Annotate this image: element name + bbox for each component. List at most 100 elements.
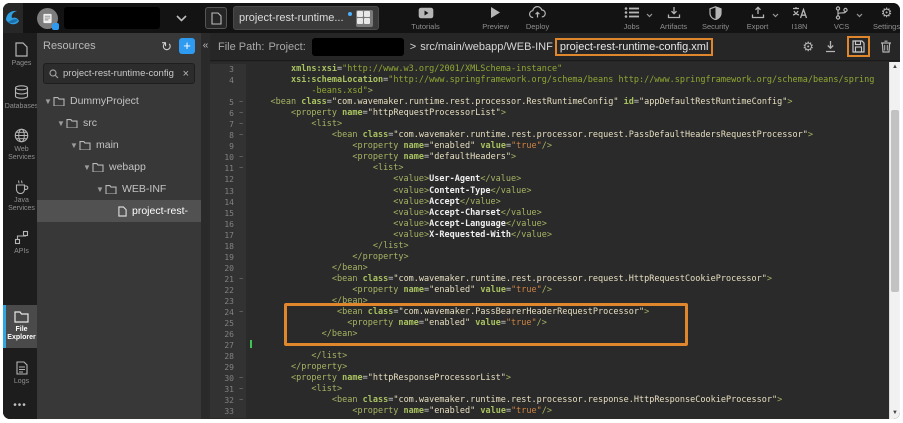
code-line[interactable]: 5− <bean class="com.wavemaker.runtime.re… [210,97,889,108]
collapse-panel-icon[interactable]: « [201,41,210,51]
code-line[interactable]: 16 <value>Accept-Language</value> [210,219,889,230]
sidebar-item-logs[interactable]: Logs [3,356,37,392]
code-line[interactable]: 9 <property name="enabled" value="true"/… [210,141,889,152]
fold-marker-icon[interactable]: − [236,395,246,406]
code-line[interactable]: 28 </list> [210,351,889,362]
sidebar-item-databases[interactable]: Databases [3,80,37,117]
code-line[interactable]: 14 <value>Accept</value> [210,197,889,208]
editor-scrollbar[interactable]: ▲ ▼ [889,62,900,419]
scroll-down-arrow[interactable]: ▼ [890,408,900,419]
refresh-icon[interactable]: ↻ [161,40,172,53]
code-line[interactable]: 29 </property> [210,362,889,373]
sidebar-item-file-explorer[interactable]: File Explorer [3,305,37,348]
code-line[interactable]: 13 <value>Content-Type</value> [210,186,889,197]
code-line[interactable]: 22 <property name="enabled" value="true"… [210,285,889,296]
scrollbar-thumb[interactable] [891,110,899,292]
code-line[interactable]: 31− <list> [210,384,889,395]
file-settings-gear-icon[interactable]: ⚙ [802,40,814,54]
code-line[interactable]: 10− <property name="defaultHeaders"> [210,152,889,163]
code-line[interactable]: 17 <value>X-Requested-With</value> [210,230,889,241]
fold-marker-icon[interactable]: − [236,373,246,384]
code-line[interactable]: 24− <bean class="com.wavemaker.PassBeare… [210,307,889,318]
path-separator: > [410,41,416,53]
scroll-up-arrow[interactable]: ▲ [890,62,900,73]
line-number: 17 [210,230,236,241]
save-file-icon[interactable] [852,40,865,53]
clear-search-icon[interactable]: × [183,68,189,80]
tree-expand-caret[interactable]: ▼ [43,97,53,106]
code-area[interactable]: 3 xmlns:xsi="http://www.w3.org/2001/XMLS… [210,64,889,418]
fold-marker-icon[interactable]: − [236,384,246,395]
wavemaker-logo[interactable] [3,3,23,33]
tree-folder-row[interactable]: ▼webapp [37,156,201,178]
code-line[interactable]: 8− <bean class="com.wavemaker.runtime.re… [210,130,889,141]
menu-settings[interactable]: ⚙ Settings [867,5,900,31]
code-line[interactable]: 18 </list> [210,241,889,252]
fold-marker-icon[interactable]: − [236,152,246,163]
fold-marker-icon[interactable]: − [236,119,246,130]
code-line[interactable]: 33 <property name="enabled" value="true"… [210,406,889,417]
fold-gutter [236,296,246,307]
menu-jobs[interactable]: Jobs [615,5,649,31]
code-line[interactable]: 20 </bean> [210,263,889,274]
code-line[interactable]: 30− <property name="httpResponseProcesso… [210,373,889,384]
sidebar-item-web-services[interactable]: Web Services [3,123,37,168]
delete-file-icon[interactable] [880,40,892,53]
code-line[interactable]: 6− <property name="httpRequestProcessorL… [210,108,889,119]
menu-vcs[interactable]: VCS [825,5,859,31]
tree-folder-row[interactable]: ▼WEB-INF [37,178,201,200]
tree-folder-row[interactable]: ▼main [37,134,201,156]
code-line[interactable]: -beans.xsd"> [210,86,889,97]
menu-preview[interactable]: Preview [479,5,513,31]
menu-artifacts[interactable]: Artifacts [657,5,691,31]
code-line[interactable]: 23 </bean> [210,296,889,307]
tree-expand-caret[interactable]: ▼ [82,163,92,172]
sidebar-item-apis[interactable]: APIs [3,225,37,262]
sidebar-item-java-services[interactable]: Java Services [3,174,37,219]
code-line[interactable]: 21− <bean class="com.wavemaker.runtime.r… [210,274,889,285]
tree-expand-caret[interactable]: ▼ [56,119,66,128]
sidebar-more-button[interactable]: ••• [3,392,37,419]
code-line[interactable]: 26 </bean> [210,329,889,340]
fold-marker-icon[interactable]: − [236,163,246,174]
line-number [210,86,236,97]
code-line[interactable]: 11− <list> [210,163,889,174]
code-editor-body[interactable]: 3 xmlns:xsi="http://www.w3.org/2001/XMLS… [210,62,900,419]
tree-folder-row[interactable]: ▼src [37,112,201,134]
project-switcher[interactable] [37,7,187,29]
chevron-down-icon[interactable] [176,15,187,22]
code-line[interactable]: 4 xsi:schemaLocation="http://www.springf… [210,75,889,86]
tree-expand-caret[interactable]: ▼ [95,185,105,194]
resource-search-input[interactable] [63,68,180,79]
code-line[interactable]: 27 [210,340,889,351]
add-resource-button[interactable]: + [179,38,195,54]
fold-marker-icon[interactable]: − [236,274,246,285]
open-file-tab[interactable]: project-rest-runtime... [205,6,379,30]
fold-marker-icon[interactable]: − [236,108,246,119]
grid-view-icon[interactable] [356,10,373,27]
menu-deploy[interactable]: Deploy [521,5,555,31]
download-file-icon[interactable] [824,40,837,53]
menu-security[interactable]: Security [699,5,733,31]
code-text: </bean> [246,263,889,274]
deploy-icon [529,5,546,20]
fold-marker-icon[interactable]: − [236,130,246,141]
tree-folder-row[interactable]: ▼DummyProject [37,90,201,112]
code-line[interactable]: 32− <bean class="com.wavemaker.runtime.r… [210,395,889,406]
code-text: -beans.xsd"> [246,86,889,97]
menu-tutorials[interactable]: Tutorials [409,5,443,31]
fold-marker-icon[interactable]: − [236,307,246,318]
code-line[interactable]: 15 <value>Accept-Charset</value> [210,208,889,219]
code-line[interactable]: 7− <list> [210,119,889,130]
code-line[interactable]: 25 <property name="enabled" value="true"… [210,318,889,329]
tree-expand-caret[interactable]: ▼ [69,141,79,150]
menu-export[interactable]: Export [741,5,775,31]
code-line[interactable]: 19 </property> [210,252,889,263]
sidebar-item-pages[interactable]: Pages [3,37,37,74]
code-line[interactable]: 12 <value>User-Agent</value> [210,174,889,185]
menu-i18n[interactable]: I18N [783,5,817,31]
tree-file-row[interactable]: project-rest- [37,200,201,222]
code-line[interactable]: 3 xmlns:xsi="http://www.w3.org/2001/XMLS… [210,64,889,75]
fold-marker-icon[interactable]: − [236,97,246,108]
code-text: <value>X-Requested-With</value> [246,230,889,241]
